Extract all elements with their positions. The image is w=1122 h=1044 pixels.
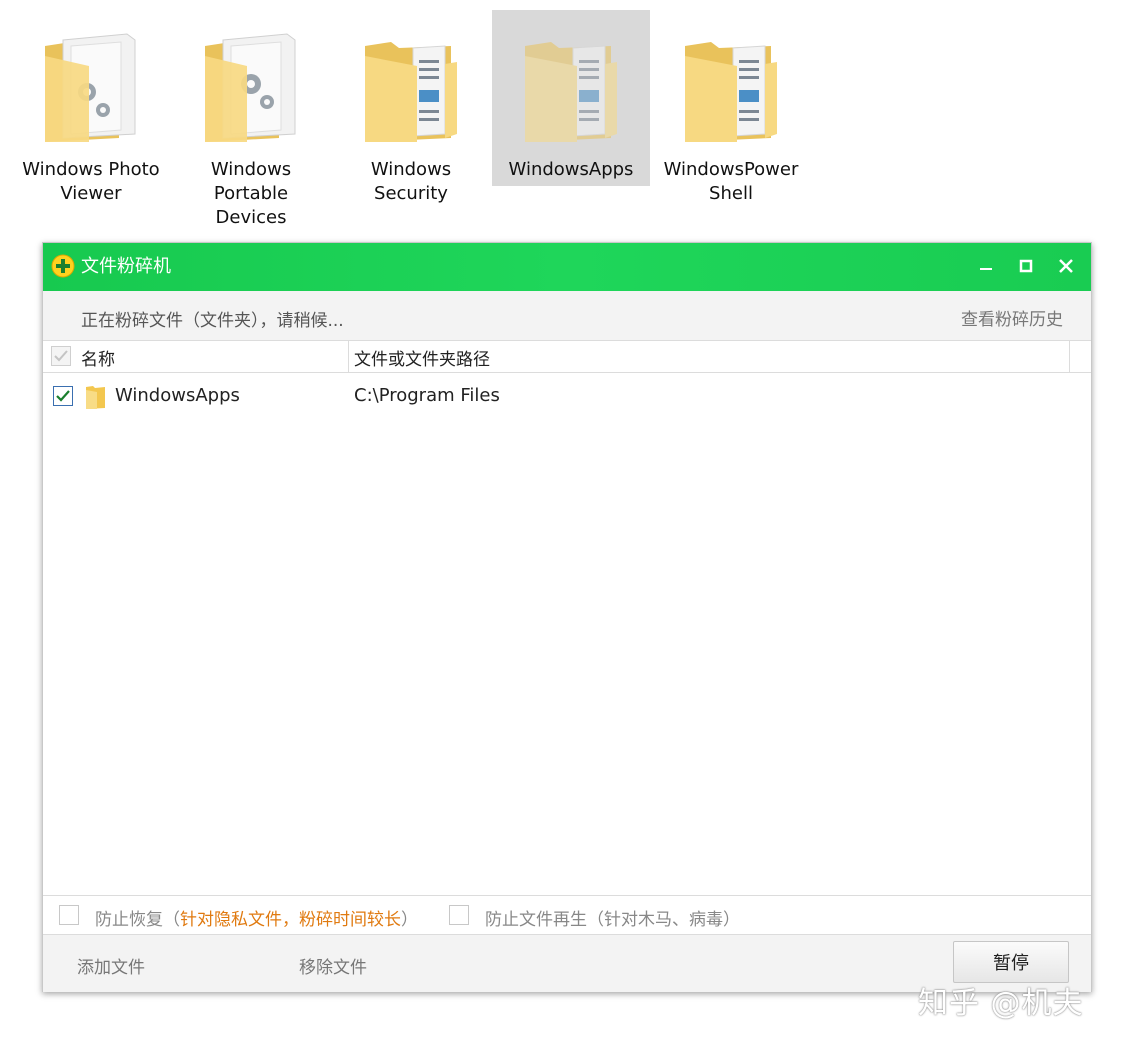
prevent-recovery-note: 针对隐私文件，粉碎时间较长	[180, 910, 401, 930]
folder-label: Windows Photo Viewer	[22, 159, 160, 204]
options-row: 防止恢复（针对隐私文件，粉碎时间较长） 防止文件再生（针对木马、病毒）	[43, 895, 1091, 935]
shredding-status: 正在粉碎文件（文件夹），请稍候...	[81, 311, 344, 331]
folder-gears-icon	[205, 33, 296, 142]
column-separator	[1069, 341, 1070, 372]
prevent-recovery-checkbox[interactable]	[59, 905, 79, 925]
close-button[interactable]	[1053, 253, 1079, 279]
column-header-path[interactable]: 文件或文件夹路径	[354, 345, 490, 370]
table-row[interactable]: WindowsApps C:\Program Files	[43, 381, 1091, 415]
maximize-button[interactable]	[1013, 253, 1039, 279]
desktop-folder-windowspowershell[interactable]: WindowsPower Shell	[652, 10, 810, 204]
desktop-folder-windows-portable-devices[interactable]: Windows Portable Devices	[172, 10, 330, 228]
column-separator	[348, 341, 349, 372]
folder-label: Windows Portable Devices	[210, 159, 292, 228]
prevent-regeneration-label: 防止文件再生（针对木马、病毒）	[485, 910, 740, 930]
minimize-button[interactable]	[973, 253, 999, 279]
row-checkbox[interactable]	[53, 386, 73, 406]
prevent-recovery-label: 防止恢复（针对隐私文件，粉碎时间较长）	[95, 910, 418, 930]
folder-label: WindowsPower Shell	[663, 159, 799, 204]
row-name: WindowsApps	[115, 385, 240, 406]
folder-documents-icon	[685, 42, 777, 142]
titlebar[interactable]: 文件粉碎机	[43, 243, 1091, 291]
watermark-text: 知乎 @机夫	[918, 986, 1084, 1021]
folder-documents-icon	[365, 42, 457, 142]
file-shredder-window: 文件粉碎机 正在粉碎文件（文件夹），请稍候... 查看粉碎历史 名称 文件或文件…	[42, 242, 1092, 992]
folder-label: Windows Security	[370, 159, 452, 204]
folder-icon	[86, 386, 105, 409]
view-history-link[interactable]: 查看粉碎历史	[961, 305, 1063, 330]
folder-documents-icon	[525, 42, 617, 142]
minimize-icon	[980, 268, 992, 270]
add-file-button[interactable]: 添加文件	[77, 953, 145, 978]
folder-label: WindowsApps	[508, 159, 634, 180]
desktop-folder-windows-security[interactable]: Windows Security	[332, 10, 490, 204]
row-path: C:\Program Files	[354, 385, 500, 406]
pause-button[interactable]: 暂停	[953, 941, 1069, 983]
desktop-folder-windowsapps[interactable]: WindowsApps	[492, 10, 650, 186]
desktop-folder-windows-photo-viewer[interactable]: Windows Photo Viewer	[12, 10, 170, 204]
status-row: 正在粉碎文件（文件夹），请稍候... 查看粉碎历史	[43, 291, 1091, 341]
remove-file-button[interactable]: 移除文件	[299, 953, 367, 978]
prevent-regeneration-checkbox[interactable]	[449, 905, 469, 925]
maximize-icon	[1019, 259, 1033, 273]
column-header-name[interactable]: 名称	[81, 345, 115, 370]
close-icon	[1059, 259, 1073, 273]
folder-gears-icon	[45, 33, 136, 142]
app-plus-icon	[51, 254, 75, 278]
select-all-checkbox[interactable]	[51, 346, 71, 366]
table-header: 名称 文件或文件夹路径	[43, 341, 1091, 373]
window-title: 文件粉碎机	[81, 256, 171, 277]
